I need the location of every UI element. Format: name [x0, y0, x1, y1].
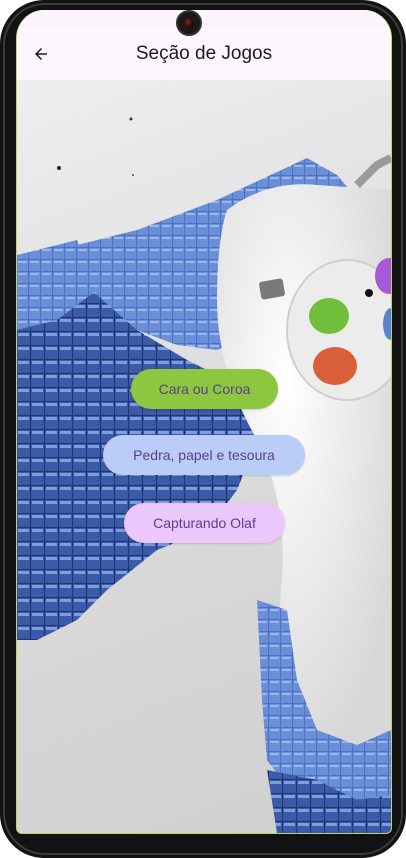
cara-ou-coroa-button[interactable]: Cara ou Coroa	[131, 369, 278, 409]
game-menu-content: Cara ou Coroa Pedra, papel e tesoura Cap…	[17, 80, 391, 833]
app-bar: Seção de Jogos	[17, 28, 391, 80]
screen: Seção de Jogos Cara ou Coroa Pedra, pape…	[16, 10, 392, 834]
page-title: Seção de Jogos	[135, 43, 273, 64]
front-camera	[176, 10, 202, 36]
phone-frame: Seção de Jogos Cara ou Coroa Pedra, pape…	[0, 0, 406, 858]
capturando-olaf-button[interactable]: Capturando Olaf	[124, 503, 285, 543]
status-bar	[17, 10, 391, 28]
pedra-papel-tesoura-button[interactable]: Pedra, papel e tesoura	[103, 435, 305, 475]
